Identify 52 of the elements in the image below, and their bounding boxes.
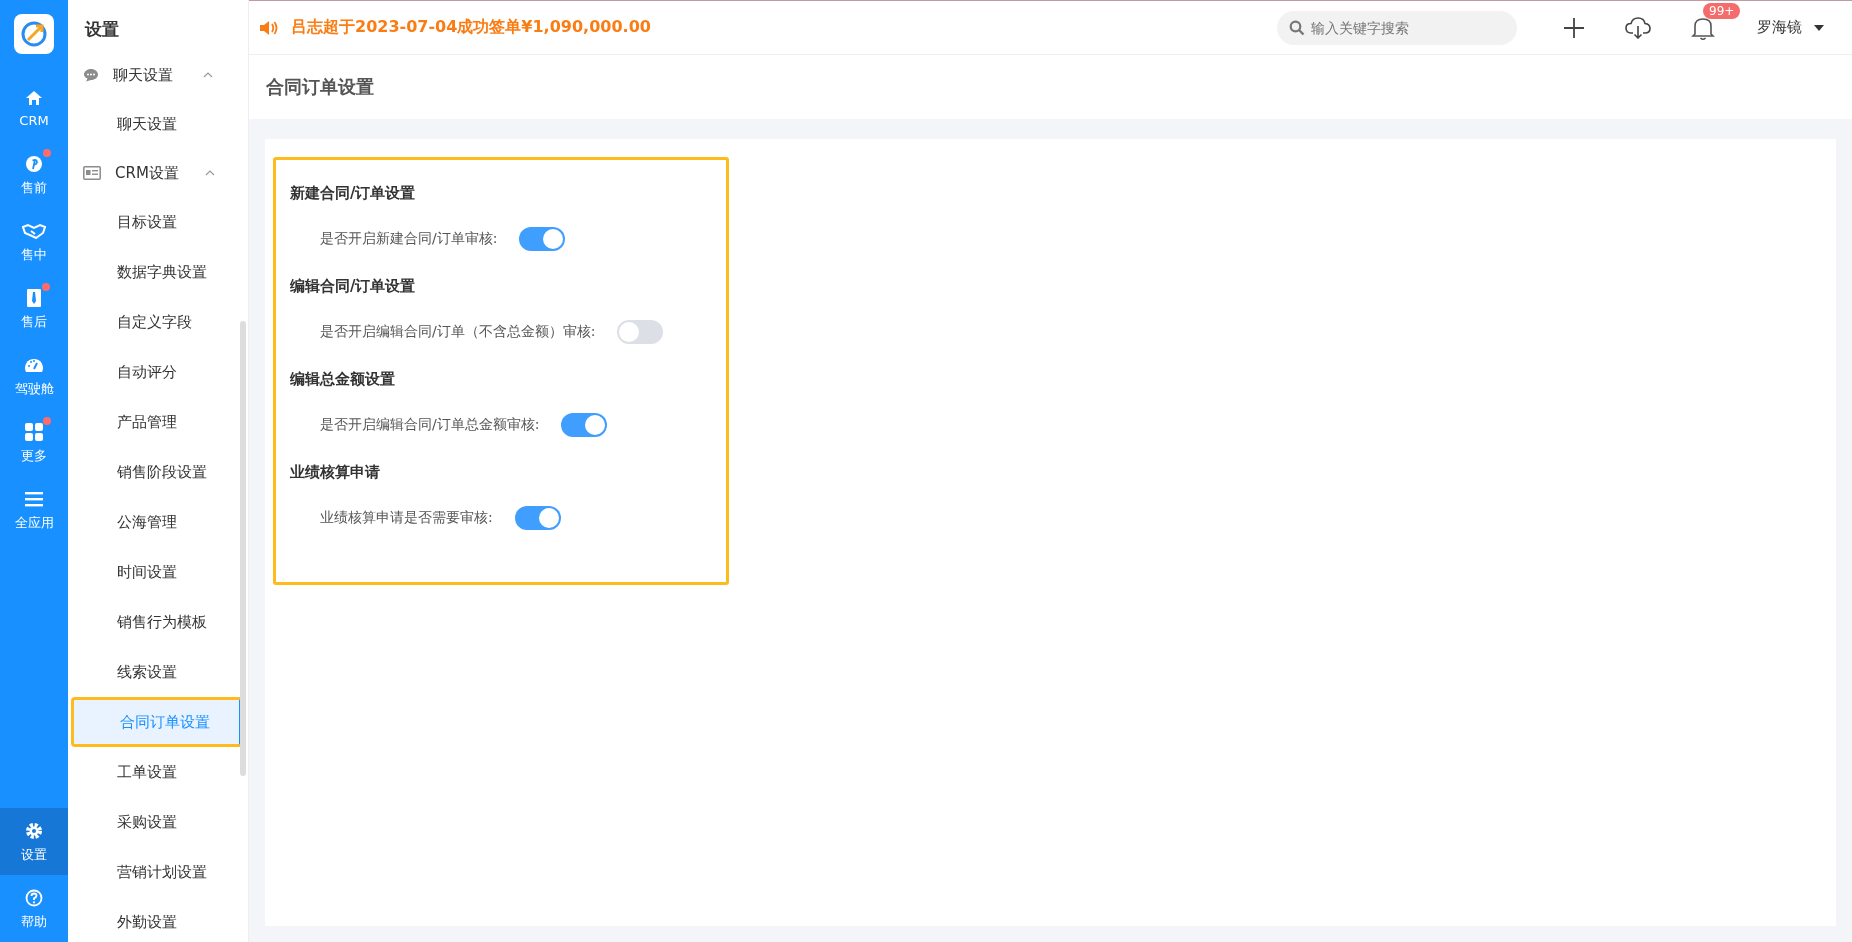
sidebar-item[interactable]: 聊天设置 — [68, 99, 248, 149]
sidebar-title: 设置 — [83, 18, 120, 41]
sidebar-item[interactable]: 时间设置 — [68, 547, 248, 597]
help-icon — [25, 888, 43, 907]
setting-label: 是否开启编辑合同/订单（不含总金额）审核: — [320, 323, 596, 341]
sidebar-item[interactable]: 数据字典设置 — [68, 247, 248, 297]
toggle-switch[interactable] — [617, 320, 664, 344]
setting-label: 业绩核算申请是否需要审核: — [320, 509, 493, 527]
chat-bubble-icon — [83, 68, 99, 82]
section-title: 编辑总金额设置 — [290, 370, 396, 389]
sidebar-group[interactable]: 聊天设置 — [68, 51, 248, 99]
settings-icon — [25, 821, 43, 840]
scrollbar-thumb[interactable] — [240, 321, 246, 776]
sidebar-item[interactable]: 产品管理 — [68, 397, 248, 447]
plus-icon[interactable] — [1563, 16, 1585, 39]
sidebar-item[interactable]: 自动评分 — [68, 347, 248, 397]
notification-count: 99+ — [1703, 2, 1741, 19]
home-icon — [25, 90, 43, 106]
pin-icon — [25, 154, 43, 173]
tie-icon — [26, 287, 42, 308]
sidebar-item[interactable]: 目标设置 — [68, 197, 248, 247]
sidebar-item[interactable]: 销售阶段设置 — [68, 447, 248, 497]
sidebar-item[interactable]: 销售行为模板 — [68, 597, 248, 647]
sidebar-item[interactable]: 自定义字段 — [68, 297, 248, 347]
toggle-switch[interactable] — [514, 506, 561, 530]
sidebar-item[interactable]: 公海管理 — [68, 497, 248, 547]
dropdown-caret-icon[interactable] — [1814, 24, 1824, 31]
search-icon — [1289, 19, 1305, 36]
rail-item[interactable]: 设置 — [0, 808, 68, 875]
toggle-switch[interactable] — [519, 227, 566, 251]
sidebar-item[interactable]: 工单设置 — [68, 747, 248, 797]
sidebar-item[interactable]: 采购设置 — [68, 797, 248, 847]
sidebar-group[interactable]: CRM设置 — [68, 149, 248, 197]
menu-icon — [25, 490, 43, 507]
section-title: 业绩核算申请 — [290, 463, 381, 482]
setting-label: 是否开启新建合同/订单审核: — [320, 230, 498, 248]
sidebar-item[interactable]: 外勤设置 — [68, 897, 248, 942]
cloud-download-icon[interactable] — [1625, 16, 1651, 39]
search-field[interactable]: 输入关键字搜索 — [1277, 10, 1517, 45]
toggle-switch[interactable] — [561, 413, 608, 437]
setting-label: 是否开启编辑合同/订单总金额审核: — [320, 416, 540, 434]
announcement-text: 吕志超于2023-07-04成功签单¥1,090,000.00 — [291, 17, 651, 38]
app-logo-icon[interactable] — [14, 14, 54, 54]
section-title: 编辑合同/订单设置 — [290, 277, 417, 296]
sidebar-item[interactable]: 营销计划设置 — [68, 847, 248, 897]
speaker-icon — [259, 18, 279, 37]
id-card-icon — [83, 166, 101, 180]
sidebar-item[interactable]: 线索设置 — [68, 647, 248, 697]
user-name[interactable]: 罗海镜 — [1757, 18, 1802, 37]
grid-icon — [25, 422, 43, 441]
page-title: 合同订单设置 — [266, 75, 374, 99]
section-title: 新建合同/订单设置 — [290, 184, 417, 203]
